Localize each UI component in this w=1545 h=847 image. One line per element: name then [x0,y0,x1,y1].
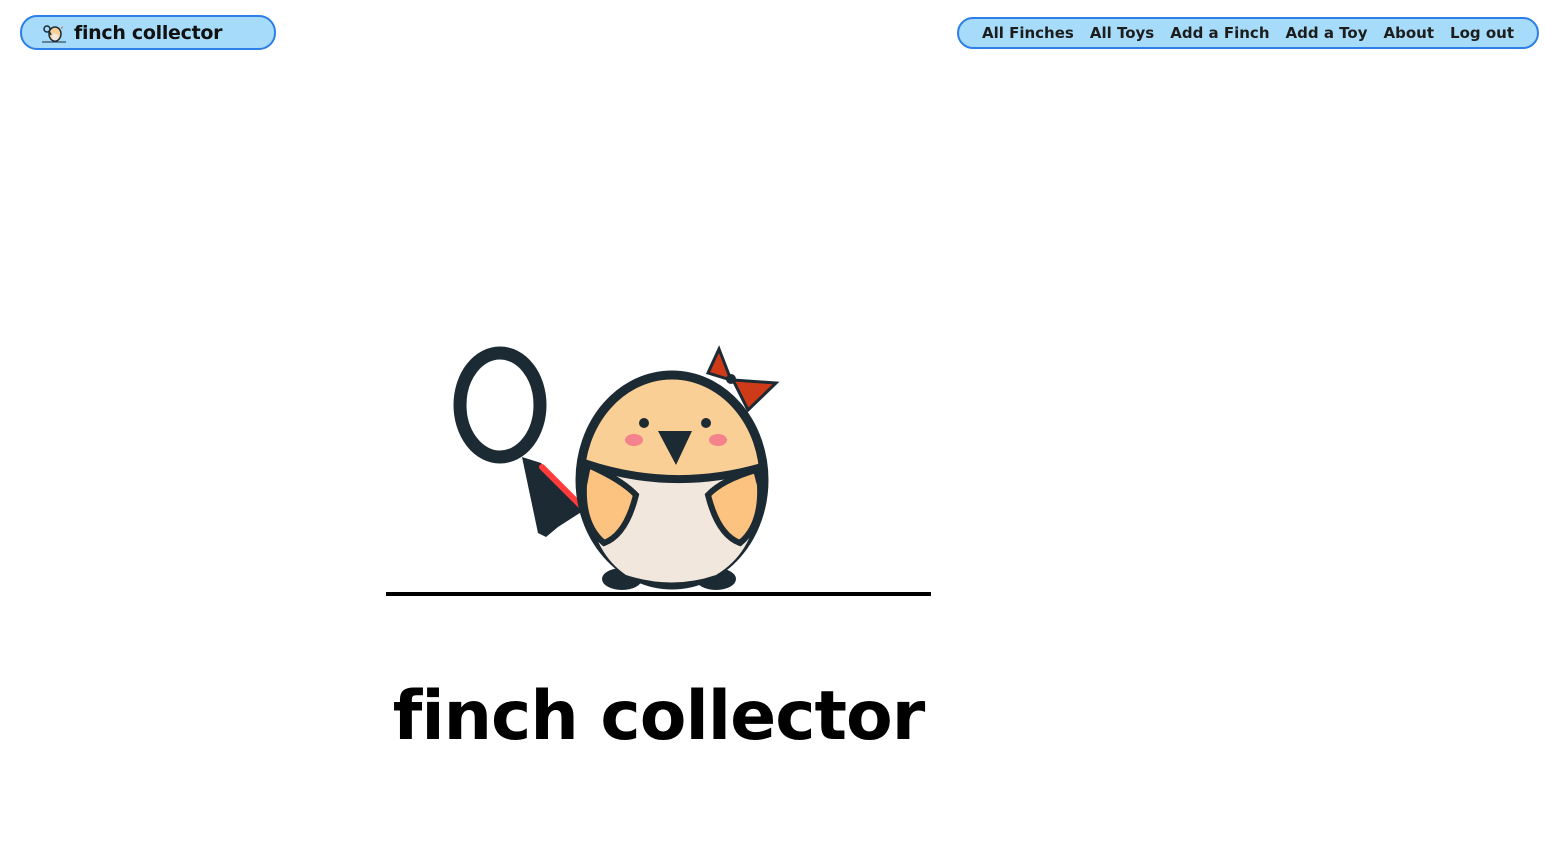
nav-about[interactable]: About [1384,24,1435,42]
nav-all-finches[interactable]: All Finches [982,24,1074,42]
nav-all-toys[interactable]: All Toys [1090,24,1154,42]
main-nav: All Finches All Toys Add a Finch Add a T… [956,17,1539,49]
nav-add-toy[interactable]: Add a Toy [1286,24,1368,42]
finch-with-magnifying-glass-illustration [386,335,931,597]
finch-mascot-icon [42,23,66,43]
nav-add-finch[interactable]: Add a Finch [1170,24,1269,42]
hero-title: finch collector [392,676,926,756]
nav-log-out[interactable]: Log out [1450,24,1514,42]
home-logo-link[interactable]: finch collector [20,15,276,50]
logo-text: finch collector [74,21,223,44]
site-header: finch collector All Finches All Toys Add… [0,0,1545,70]
